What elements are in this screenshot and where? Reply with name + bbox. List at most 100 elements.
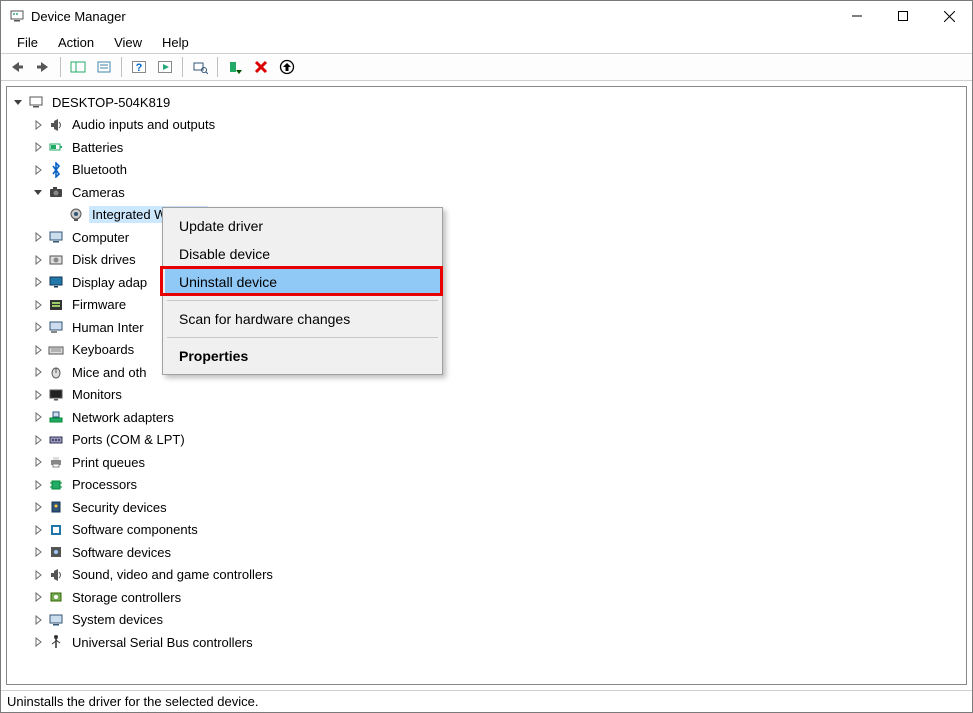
chevron-right-icon[interactable] [31,613,45,627]
tree-category-row[interactable]: Network adapters [11,406,966,429]
chevron-right-icon[interactable] [31,433,45,447]
swcomp-icon [47,521,65,539]
chevron-right-icon[interactable] [31,320,45,334]
tree-category-row[interactable]: Print queues [11,451,966,474]
device-tree[interactable]: DESKTOP-504K819 Audio inputs and outputs… [6,86,967,685]
category-label: Ports (COM & LPT) [69,431,188,448]
tree-category-row[interactable]: Audio inputs and outputs [11,114,966,137]
menu-action[interactable]: Action [48,32,104,53]
chevron-right-icon[interactable] [31,343,45,357]
chevron-right-icon[interactable] [31,545,45,559]
context-menu-item[interactable]: Properties [165,342,440,370]
chevron-right-icon[interactable] [31,478,45,492]
tree-category-row[interactable]: Mice and oth [11,361,966,384]
chevron-right-icon[interactable] [31,298,45,312]
chevron-right-icon[interactable] [31,230,45,244]
category-label: Bluetooth [69,161,130,178]
tree-category-row[interactable]: Processors [11,474,966,497]
chevron-right-icon[interactable] [31,410,45,424]
chevron-down-icon[interactable] [31,185,45,199]
tree-category-row[interactable]: Security devices [11,496,966,519]
chevron-right-icon[interactable] [31,365,45,379]
chevron-right-icon[interactable] [31,118,45,132]
properties-toolbar-button[interactable] [92,55,116,79]
category-label: Disk drives [69,251,139,268]
category-label: Software components [69,521,201,538]
chevron-right-icon[interactable] [31,590,45,604]
tree-category-row[interactable]: Storage controllers [11,586,966,609]
tree-category-row[interactable]: Batteries [11,136,966,159]
chevron-right-icon[interactable] [31,275,45,289]
usb-icon [47,633,65,651]
menu-file[interactable]: File [7,32,48,53]
scan-hardware-button[interactable] [188,55,212,79]
maximize-button[interactable] [880,1,926,31]
tree-root-row[interactable]: DESKTOP-504K819 [11,91,966,114]
category-label: Mice and oth [69,364,149,381]
webcam-icon [67,206,85,224]
tree-category-row[interactable]: Cameras [11,181,966,204]
show-hide-tree-button[interactable] [66,55,90,79]
tree-category-row[interactable]: Computer [11,226,966,249]
chevron-right-icon[interactable] [31,635,45,649]
tree-category-row[interactable]: Universal Serial Bus controllers [11,631,966,654]
category-label: Keyboards [69,341,137,358]
enable-device-button[interactable] [223,55,247,79]
action-toolbar-button[interactable] [153,55,177,79]
context-menu: Update driverDisable deviceUninstall dev… [162,207,443,375]
category-label: Display adap [69,274,150,291]
context-menu-item[interactable]: Update driver [165,212,440,240]
context-menu-item[interactable]: Disable device [165,240,440,268]
chevron-right-icon[interactable] [31,388,45,402]
tree-category-row[interactable]: System devices [11,609,966,632]
tree-category-row[interactable]: Ports (COM & LPT) [11,429,966,452]
close-button[interactable] [926,1,972,31]
system-icon [47,611,65,629]
swdev-icon [47,543,65,561]
category-label: Print queues [69,454,148,471]
tree-category-row[interactable]: Keyboards [11,339,966,362]
chevron-right-icon[interactable] [31,455,45,469]
tree-category-row[interactable]: Sound, video and game controllers [11,564,966,587]
category-label: System devices [69,611,166,628]
tree-category-row[interactable]: Firmware [11,294,966,317]
device-manager-window: Device Manager File Action View Help ? [0,0,973,713]
minimize-button[interactable] [834,1,880,31]
security-icon [47,498,65,516]
firmware-icon [47,296,65,314]
category-label: Processors [69,476,140,493]
update-driver-toolbar-button[interactable] [275,55,299,79]
tree-category-row[interactable]: Disk drives [11,249,966,272]
help-toolbar-button[interactable]: ? [127,55,151,79]
chevron-right-icon[interactable] [31,500,45,514]
tree-category-row[interactable]: Display adap [11,271,966,294]
chevron-right-icon[interactable] [31,163,45,177]
menu-help[interactable]: Help [152,32,199,53]
tree-category-row[interactable]: Human Inter [11,316,966,339]
category-label: Security devices [69,499,170,516]
menu-view[interactable]: View [104,32,152,53]
disk-icon [47,251,65,269]
tree-device-row[interactable]: Integrated Webcam [11,204,966,227]
tree-category-row[interactable]: Software devices [11,541,966,564]
battery-icon [47,138,65,156]
tree-category-row[interactable]: Bluetooth [11,159,966,182]
tree-category-row[interactable]: Monitors [11,384,966,407]
chevron-right-icon[interactable] [31,253,45,267]
chevron-right-icon[interactable] [31,523,45,537]
uninstall-toolbar-button[interactable] [249,55,273,79]
chevron-down-icon[interactable] [11,95,25,109]
bluetooth-icon [47,161,65,179]
tree-category-row[interactable]: Software components [11,519,966,542]
category-label: Batteries [69,139,126,156]
category-label: Universal Serial Bus controllers [69,634,256,651]
chevron-right-icon[interactable] [31,140,45,154]
chevron-none [51,208,65,222]
toolbar: ? [1,53,972,81]
chevron-right-icon[interactable] [31,568,45,582]
forward-button[interactable] [31,55,55,79]
context-menu-item[interactable]: Uninstall device [165,268,440,296]
category-label: Audio inputs and outputs [69,116,218,133]
context-menu-item[interactable]: Scan for hardware changes [165,305,440,333]
back-button[interactable] [5,55,29,79]
